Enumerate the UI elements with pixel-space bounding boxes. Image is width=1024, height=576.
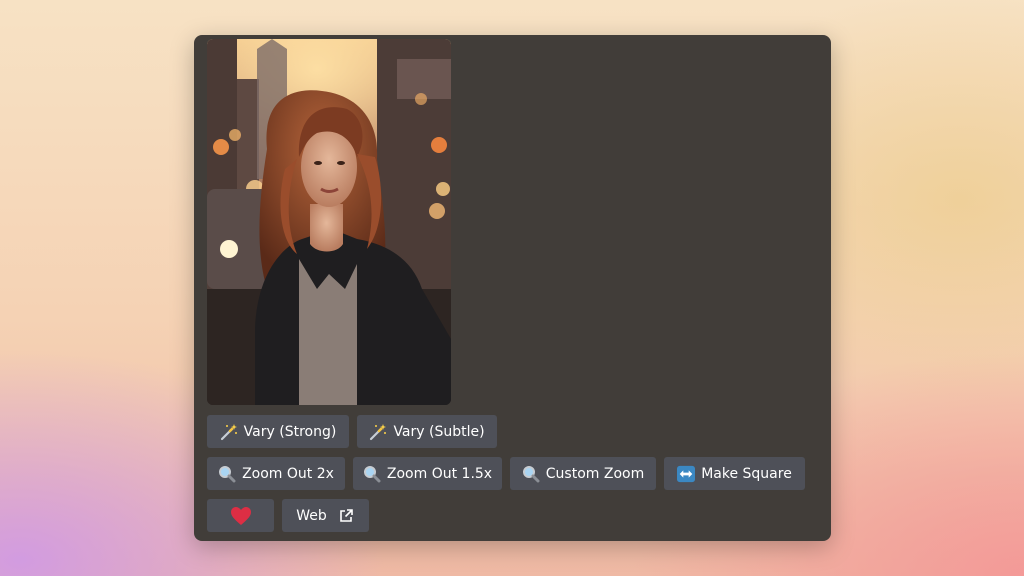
vary-subtle-button[interactable]: Vary (Subtle) (357, 415, 497, 448)
vary-strong-button[interactable]: Vary (Strong) (207, 415, 349, 448)
magnifier-icon (218, 465, 236, 483)
vary-strong-label: Vary (Strong) (243, 423, 337, 440)
make-square-button[interactable]: Make Square (664, 457, 805, 490)
magnifier-icon (522, 465, 540, 483)
make-square-label: Make Square (701, 465, 792, 482)
left-right-arrow-icon (677, 465, 696, 483)
zoom-out-2x-label: Zoom Out 2x (242, 465, 334, 482)
external-link-icon (337, 507, 355, 525)
custom-zoom-label: Custom Zoom (545, 465, 645, 482)
zoom-out-1-5x-button[interactable]: Zoom Out 1.5x (353, 457, 502, 490)
magnifier-icon (363, 465, 381, 483)
zoom-out-2x-button[interactable]: Zoom Out 2x (207, 457, 345, 490)
vary-subtle-label: Vary (Subtle) (393, 423, 485, 440)
custom-zoom-button[interactable]: Custom Zoom (510, 457, 656, 490)
message-panel: Vary (Strong) Vary (Subtle) Zoom Out 2x (194, 35, 831, 541)
web-button[interactable]: Web (282, 499, 369, 532)
heart-icon (230, 506, 252, 526)
zoom-out-1-5x-label: Zoom Out 1.5x (386, 465, 493, 482)
magic-wand-icon (369, 423, 387, 441)
portrait-image (207, 39, 451, 405)
generated-image[interactable] (207, 39, 451, 405)
web-label: Web (296, 507, 327, 524)
magic-wand-icon (220, 423, 238, 441)
favorite-button[interactable] (207, 499, 274, 532)
